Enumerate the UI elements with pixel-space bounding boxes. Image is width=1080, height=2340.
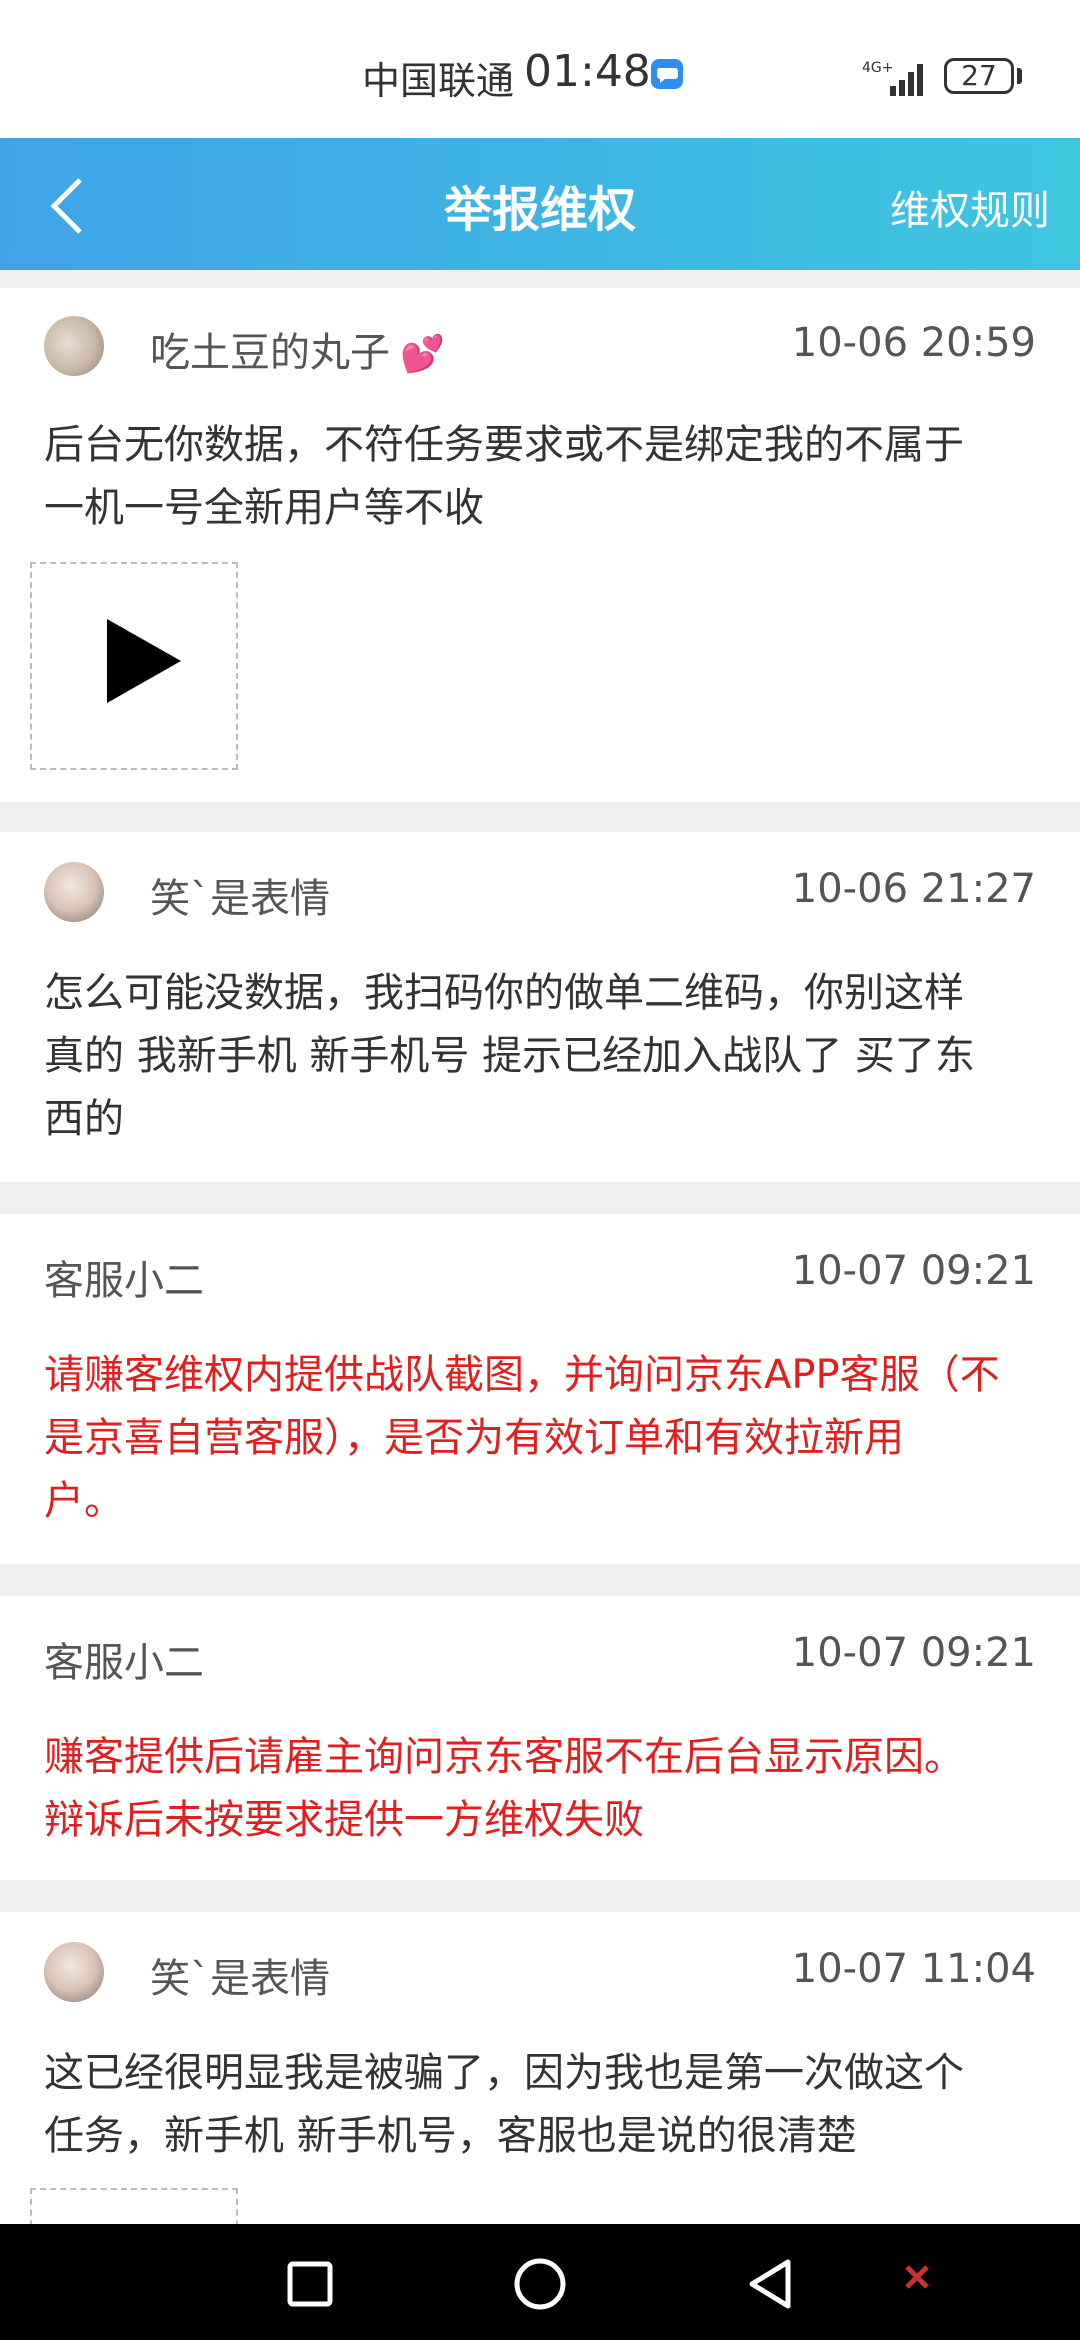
battery-tip xyxy=(1017,68,1022,84)
video-attachment[interactable] xyxy=(30,562,238,770)
message-card: 客服小二 10-07 09:21 请赚客维权内提供战队截图，并询问京东APP客服… xyxy=(0,1214,1080,1564)
message-text: 赚客提供后请雇主询问京东客服不在后台显示原因。 辩诉后未按要求提供一方维权失败 xyxy=(44,1734,964,1843)
message-card: 笑`是表情 10-06 21:27 怎么可能没数据，我扫码你的做单二维码，你别这… xyxy=(0,832,1080,1182)
message-time: 10-06 20:59 xyxy=(791,320,1036,366)
author-name[interactable]: 吃土豆的丸子 💕 xyxy=(150,320,445,378)
avatar[interactable] xyxy=(44,316,104,376)
message-time: 10-07 09:21 xyxy=(791,1248,1036,1294)
play-icon xyxy=(107,619,181,703)
message-time: 10-07 09:21 xyxy=(791,1630,1036,1676)
message-notification-icon xyxy=(651,59,683,89)
clock: 01:48 xyxy=(524,46,651,97)
avatar[interactable] xyxy=(44,862,104,922)
recents-square-icon[interactable] xyxy=(280,2254,340,2314)
message-card: 笑`是表情 10-07 11:04 这已经很明显我是被骗了，因为我也是第一次做这… xyxy=(0,1912,1080,2248)
rules-link[interactable]: 维权规则 xyxy=(890,178,1050,236)
svg-text:4G+: 4G+ xyxy=(862,60,894,76)
avatar[interactable] xyxy=(44,1942,104,2002)
message-time: 10-07 11:04 xyxy=(791,1946,1036,1992)
message-text: 这已经很明显我是被骗了，因为我也是第一次做这个 任务，新手机 新手机号，客服也是… xyxy=(44,2050,964,2159)
message-text: 后台无你数据，不符任务要求或不是绑定我的不属于 一机一号全新用户等不收 xyxy=(44,422,964,531)
signal-icon: 4G+ xyxy=(862,60,923,96)
home-circle-icon[interactable] xyxy=(510,2254,570,2314)
watermark-logo-icon xyxy=(905,2265,929,2289)
heart-emoji-icon: 💕 xyxy=(400,334,445,375)
system-nav-bar xyxy=(0,2224,1080,2340)
carrier-label: 中国联通 xyxy=(362,59,515,103)
message-text: 怎么可能没数据，我扫码你的做单二维码，你别这样 真的 我新手机 新手机号 提示已… xyxy=(44,970,975,1142)
battery-indicator: 27 xyxy=(944,58,1014,94)
message-text: 请赚客维权内提供战队截图，并询问京东APP客服（不 是京喜自营客服），是否为有效… xyxy=(44,1352,1000,1524)
back-triangle-icon[interactable] xyxy=(740,2254,800,2314)
status-bar: 中国联通 01:48 4G+ 27 xyxy=(0,0,1080,138)
app-header: 举报维权 维权规则 xyxy=(0,138,1080,270)
message-card: 客服小二 10-07 09:21 赚客提供后请雇主询问京东客服不在后台显示原因。… xyxy=(0,1596,1080,1880)
author-name[interactable]: 客服小二 xyxy=(44,1248,204,1306)
author-name[interactable]: 客服小二 xyxy=(44,1630,204,1688)
author-name[interactable]: 笑`是表情 xyxy=(150,1946,330,2004)
message-card: 吃土豆的丸子 💕 10-06 20:59 后台无你数据，不符任务要求或不是绑定我的… xyxy=(0,288,1080,802)
author-name[interactable]: 笑`是表情 xyxy=(150,866,330,924)
message-time: 10-06 21:27 xyxy=(791,866,1036,912)
